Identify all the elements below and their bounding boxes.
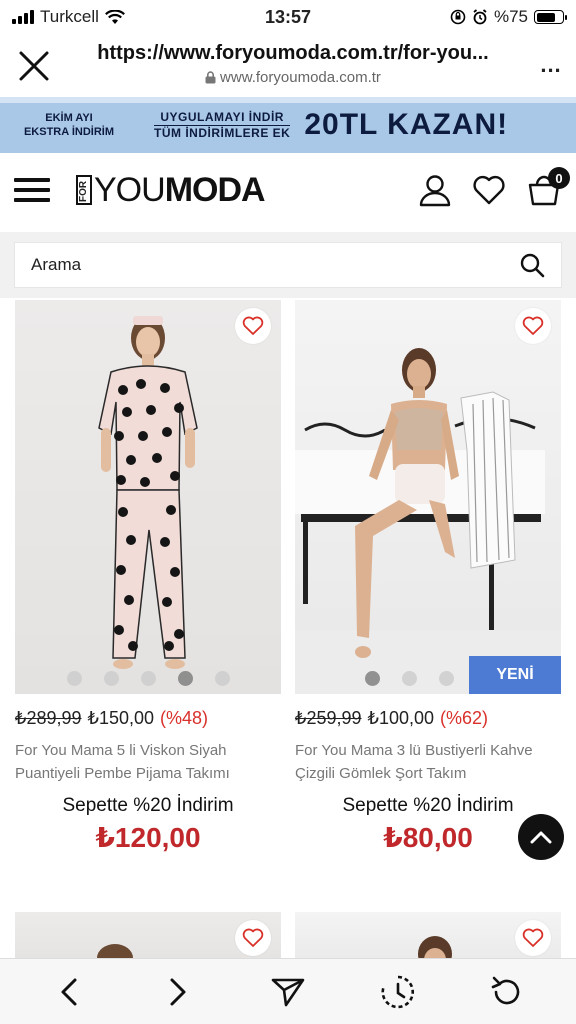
promo-banner[interactable]: EKİM AYI EKSTRA İNDİRİM UYGULAMAYI İNDİR… [0,97,576,153]
logo-moda: MODA [164,170,266,209]
site-logo[interactable]: FOR YOU MODA [76,170,266,210]
reload-button[interactable] [485,970,529,1014]
close-button[interactable] [8,40,60,92]
price-row: ₺289,99 ₺150,00 (%48) [15,708,281,729]
url-display[interactable]: https://www.foryoumoda.com.tr/for-you...… [60,34,526,86]
favorite-button[interactable] [235,920,271,956]
product-grid: ₺289,99 ₺150,00 (%48) For You Mama 5 li … [0,298,576,958]
product-card[interactable]: YENİ ₺259,99 ₺100,00 (%62) For You Mama … [295,300,561,854]
pagination-dot-active[interactable] [365,671,380,686]
share-button[interactable] [266,970,310,1014]
battery-icon [534,10,567,24]
image-pagination[interactable] [15,671,281,686]
product-name[interactable]: For You Mama 3 lü Bustiyerli Kahve Çizgi… [295,739,561,785]
history-button[interactable] [376,970,420,1014]
wifi-icon [104,9,125,24]
pagination-dot[interactable] [140,671,156,686]
chevron-up-icon [530,831,552,844]
banner-discount-label: TÜM İNDİRİMLERE EK [154,124,291,140]
orientation-lock-icon [450,9,466,25]
chevron-left-icon [61,978,77,1005]
search-input[interactable] [31,255,519,275]
heart-icon [242,316,264,335]
new-badge: YENİ [469,656,561,694]
url-domain: www.foryoumoda.com.tr [220,69,381,86]
pagination-dot[interactable] [103,671,119,686]
pagination-dot[interactable] [214,671,230,686]
menu-icon[interactable] [14,176,50,204]
close-icon [19,51,49,81]
favorite-button[interactable] [515,920,551,956]
product-card[interactable]: ₺289,99 ₺150,00 (%48) For You Mama 5 li … [15,300,281,854]
product-card[interactable] [295,912,561,958]
product-image[interactable] [15,300,281,694]
model-bed-image [295,348,561,694]
favorite-button[interactable] [235,308,271,344]
heart-icon [242,928,264,947]
product-image[interactable] [15,912,281,958]
old-price: ₺259,99 [295,708,362,728]
forward-button[interactable] [156,970,200,1014]
search-icon[interactable] [519,252,545,278]
reload-icon [491,976,520,1004]
model-pajama-image [98,316,198,669]
history-icon [381,975,414,1008]
cart-count-badge: 0 [548,167,570,189]
banner-extra-label: EKSTRA İNDİRİM [23,126,115,138]
battery-percent: %75 [493,7,528,26]
pagination-dot[interactable] [66,671,82,686]
user-icon[interactable] [418,173,452,207]
pagination-dot[interactable] [439,671,454,686]
banner-app-label: UYGULAMAYI İNDİR [160,109,284,124]
basket-price: ₺120,00 [95,822,201,853]
product-image[interactable] [295,912,561,958]
favorite-button[interactable] [515,308,551,344]
basket-discount-label: Sepette %20 İndirim [342,795,514,816]
signal-icon [12,10,34,24]
logo-you: YOU [94,170,166,209]
wishlist-icon[interactable] [472,174,506,206]
current-price: ₺100,00 [367,708,435,728]
scroll-to-top-button[interactable] [518,814,564,860]
chevron-right-icon [170,978,186,1005]
heart-icon [522,316,544,335]
browser-url-bar: https://www.foryoumoda.com.tr/for-you...… [0,34,576,96]
more-options-button[interactable]: ... [526,34,576,78]
logo-for: FOR [76,175,92,205]
heart-icon [522,928,544,947]
discount-percent: (%62) [440,708,489,728]
price-row: ₺259,99 ₺100,00 (%62) [295,708,561,729]
search-bar [0,232,576,298]
product-image[interactable]: YENİ [295,300,561,694]
product-card[interactable] [15,912,281,958]
product-name[interactable]: For You Mama 5 li Viskon Siyah Puantiyel… [15,739,281,785]
url-text: https://www.foryoumoda.com.tr/for-you... [97,42,489,64]
alarm-icon [473,9,487,25]
pagination-dot[interactable] [402,671,417,686]
pagination-dot-active[interactable] [177,671,193,686]
banner-month-label: EKİM AYI [45,112,93,124]
cart-button[interactable]: 0 [526,167,570,207]
discount-percent: (%48) [160,708,209,728]
status-bar: Turkcell 13:57 %75 [0,0,576,34]
banner-headline: 20TL KAZAN! [304,108,509,141]
old-price: ₺289,99 [15,708,82,728]
lock-icon [205,71,216,84]
browser-toolbar [0,958,576,1024]
current-price: ₺150,00 [87,708,155,728]
basket-discount-label: Sepette %20 İndirim [62,795,234,816]
site-header: FOR YOU MODA 0 [0,153,576,227]
send-icon [271,978,305,1006]
carrier-label: Turkcell [40,7,99,26]
back-button[interactable] [47,970,91,1014]
